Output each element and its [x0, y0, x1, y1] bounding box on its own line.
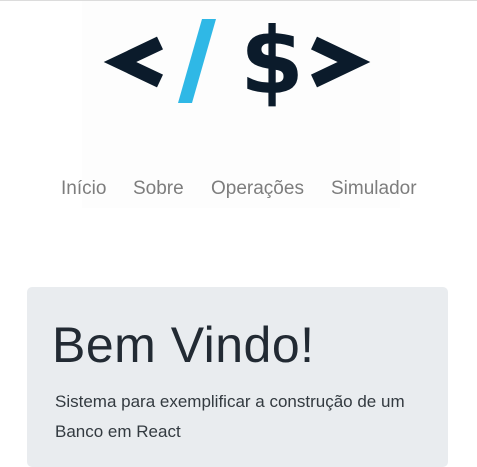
welcome-description: Sistema para exemplificar a construção d…: [55, 392, 405, 441]
welcome-title: Bem Vindo!: [52, 317, 315, 373]
site-logo[interactable]: $: [82, 1, 400, 121]
nav-item-operacoes[interactable]: Operações: [211, 173, 304, 205]
welcome-jumbotron: Bem Vindo! Sistema para exemplificar a c…: [27, 287, 448, 467]
main-nav: Início Sobre Operações Simulador: [61, 173, 417, 205]
svg-text:$: $: [240, 8, 304, 115]
site-header: $ Início Sobre Operações Simulador: [61, 1, 417, 208]
nav-item-inicio[interactable]: Início: [61, 173, 106, 205]
nav-item-sobre[interactable]: Sobre: [133, 173, 184, 205]
nav-item-simulador[interactable]: Simulador: [331, 173, 417, 205]
logo-code-dollar-icon: $: [103, 8, 371, 115]
